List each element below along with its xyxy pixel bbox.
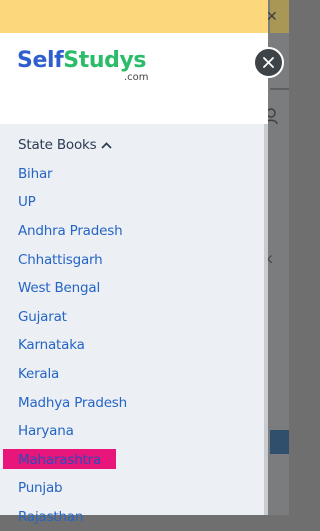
menu-item-label: Rajasthan (18, 509, 84, 526)
menu-item-label: Karnataka (18, 337, 85, 354)
menu-item-label: Kerala (18, 366, 60, 383)
menu-item-chhattisgarh[interactable]: Chhattisgarh (0, 245, 264, 274)
top-banner (0, 0, 268, 33)
menu-item-karnataka[interactable]: Karnataka (0, 331, 264, 360)
menu-item-west-bengal[interactable]: West Bengal (0, 274, 264, 303)
menu-item-label: Maharashtra (18, 451, 102, 468)
background-button (270, 430, 289, 454)
menu-item-label: Andhra Pradesh (18, 223, 123, 240)
navigation-drawer: SelfStudys .com State Books Bihar UP And… (0, 0, 268, 525)
menu-item-gujarat[interactable]: Gujarat (0, 303, 264, 332)
menu-item-bihar[interactable]: Bihar (0, 160, 264, 189)
menu-item-up[interactable]: UP (0, 188, 264, 217)
close-icon (263, 57, 274, 68)
menu-item-label: Haryana (18, 423, 74, 440)
menu-item-label: Chhattisgarh (18, 251, 103, 268)
selfstudys-logo[interactable]: SelfStudys .com (17, 48, 149, 88)
menu-item-haryana[interactable]: Haryana (0, 417, 264, 446)
menu-item-label: Punjab (18, 480, 63, 497)
menu-item-maharashtra[interactable]: Maharashtra (0, 446, 264, 475)
state-books-menu: State Books Bihar UP Andhra Pradesh Chha… (0, 131, 264, 531)
logo-text-self: Self (17, 48, 64, 73)
menu-item-andhra-pradesh[interactable]: Andhra Pradesh (0, 217, 264, 246)
close-drawer-button[interactable] (253, 47, 284, 78)
scrollbar[interactable] (264, 124, 268, 515)
chevron-up-icon (101, 142, 113, 149)
menu-item-label: West Bengal (18, 280, 100, 297)
state-books-toggle[interactable]: State Books (0, 131, 264, 160)
menu-item-label: Gujarat (18, 308, 67, 325)
menu-item-label: Bihar (18, 165, 53, 182)
menu-item-punjab[interactable]: Punjab (0, 474, 264, 503)
background-divider (270, 88, 289, 90)
menu-item-rajasthan[interactable]: Rajasthan (0, 503, 264, 531)
menu-item-label: Madhya Pradesh (18, 394, 127, 411)
menu-item-label: UP (18, 194, 36, 211)
menu-item-kerala[interactable]: Kerala (0, 360, 264, 389)
state-books-label: State Books (18, 137, 97, 154)
logo-domain: .com (124, 72, 149, 83)
logo-text-studys: Studys (63, 48, 147, 73)
menu-item-madhya-pradesh[interactable]: Madhya Pradesh (0, 388, 264, 417)
